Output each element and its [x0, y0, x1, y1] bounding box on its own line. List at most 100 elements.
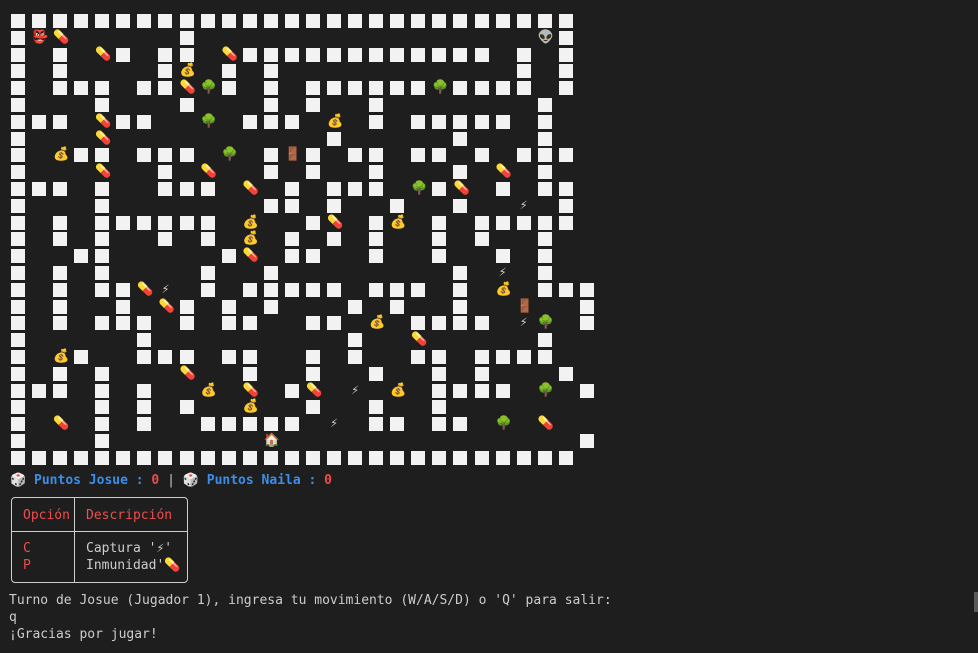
wall-block: [474, 316, 489, 331]
wall-block: [11, 14, 25, 28]
player1-score-label: Puntos Josue :: [34, 473, 152, 488]
option-desc-capture: Captura '⚡': [86, 541, 173, 556]
wall-block: [284, 232, 299, 247]
wall-block: [95, 14, 110, 28]
wall-block: [348, 81, 363, 96]
wall-block: [284, 417, 299, 432]
wall-block: [263, 47, 278, 62]
tree-icon: 🌳: [537, 315, 554, 331]
wall-block: [179, 47, 194, 62]
wall-block: [179, 350, 194, 364]
wall-block: [305, 249, 320, 264]
wall-block: [284, 114, 299, 129]
wall-block: [348, 350, 363, 364]
wall-block: [474, 366, 489, 381]
pill-icon: 💊: [327, 214, 344, 230]
wall-block: [453, 47, 468, 62]
wall-block: [137, 417, 152, 432]
wall-block: [32, 182, 47, 196]
wall-block: [537, 266, 552, 280]
wall-block: [11, 182, 25, 196]
wall-block: [411, 81, 426, 96]
wall-block: [558, 215, 573, 230]
wall-block: [558, 148, 573, 163]
wall-block: [200, 282, 215, 297]
wall-block: [221, 64, 236, 79]
wall-block: [495, 114, 510, 129]
wall-block: [95, 450, 110, 465]
wall-block: [95, 266, 110, 280]
wall-block: [11, 64, 25, 79]
wall-block: [179, 400, 194, 415]
tree-icon: 🌳: [411, 181, 428, 196]
wall-block: [453, 450, 468, 465]
money-bag-icon: 💰: [390, 382, 407, 398]
wall-block: [11, 198, 25, 213]
pill-icon: 💊: [179, 80, 196, 96]
pill-icon: 💊: [411, 332, 428, 348]
wall-block: [474, 215, 489, 230]
wall-block: [305, 14, 320, 28]
wall-block: [11, 434, 25, 448]
wall-block: [11, 400, 25, 415]
wall-block: [158, 14, 173, 28]
wall-block: [158, 350, 173, 364]
wall-block: [116, 114, 131, 129]
wall-block: [158, 232, 173, 247]
money-bag-icon: 💰: [242, 231, 259, 247]
wall-block: [137, 316, 152, 331]
wall-block: [579, 316, 594, 331]
pill-icon: 💊: [242, 382, 259, 398]
wall-block: [158, 64, 173, 79]
turn-prompt: Turno de Josue (Jugador 1), ingresa tu m…: [9, 593, 612, 608]
wall-block: [390, 81, 405, 96]
wall-block: [11, 98, 25, 112]
wall-block: [200, 232, 215, 247]
money-bag-icon: 💰: [390, 214, 407, 230]
wall-block: [242, 47, 257, 62]
wall-block: [474, 232, 489, 247]
wall-block: [537, 350, 552, 364]
wall-block: [516, 148, 531, 163]
wall-block: [137, 450, 152, 465]
wall-block: [432, 232, 447, 247]
wall-block: [137, 400, 152, 415]
pill-icon: 💊: [242, 248, 259, 264]
wall-block: [579, 299, 594, 314]
wall-block: [284, 14, 299, 28]
wall-block: [158, 450, 173, 465]
wall-block: [11, 81, 25, 96]
wall-block: [116, 299, 131, 314]
tree-icon: 🌳: [495, 416, 512, 432]
wall-block: [305, 215, 320, 230]
wall-block: [284, 47, 299, 62]
money-bag-icon: 💰: [369, 315, 386, 331]
wall-block: [369, 114, 384, 129]
wall-block: [453, 14, 468, 28]
wall-block: [537, 14, 552, 28]
wall-block: [137, 114, 152, 129]
wall-block: [495, 81, 510, 96]
wall-block: [32, 114, 47, 129]
wall-block: [11, 114, 25, 129]
wall-block: [305, 81, 320, 96]
wall-block: [369, 14, 384, 28]
wall-block: [453, 383, 468, 398]
wall-block: [558, 182, 573, 196]
wall-block: [200, 182, 215, 196]
money-bag-icon: 💰: [495, 281, 512, 297]
wall-block: [369, 98, 384, 112]
wall-block: [474, 450, 489, 465]
wall-block: [432, 14, 447, 28]
scrollbar[interactable]: [974, 592, 978, 612]
lightning-icon: ⚡: [330, 416, 338, 432]
wall-block: [327, 232, 342, 247]
wall-block: [263, 198, 278, 213]
wall-block: [53, 182, 68, 196]
wall-block: [369, 215, 384, 230]
wall-block: [537, 98, 552, 112]
wall-block: [137, 383, 152, 398]
wall-block: [495, 182, 510, 196]
wall-block: [95, 417, 110, 432]
game-board: 👺 💊 👽 💊 💊 💰 💊 🌳 🌳 💊 🌳 💰 💊 💰 🌳 🚪 💊 💊 💊 💊 🌳 💊 ⚡ 💰 💊 💰 💰 💊 ⚡ 💊 ⚡ 💰 💊 🚪 💰 ⚡ 🌳 💊 💰 💊…: [0, 0, 978, 475]
